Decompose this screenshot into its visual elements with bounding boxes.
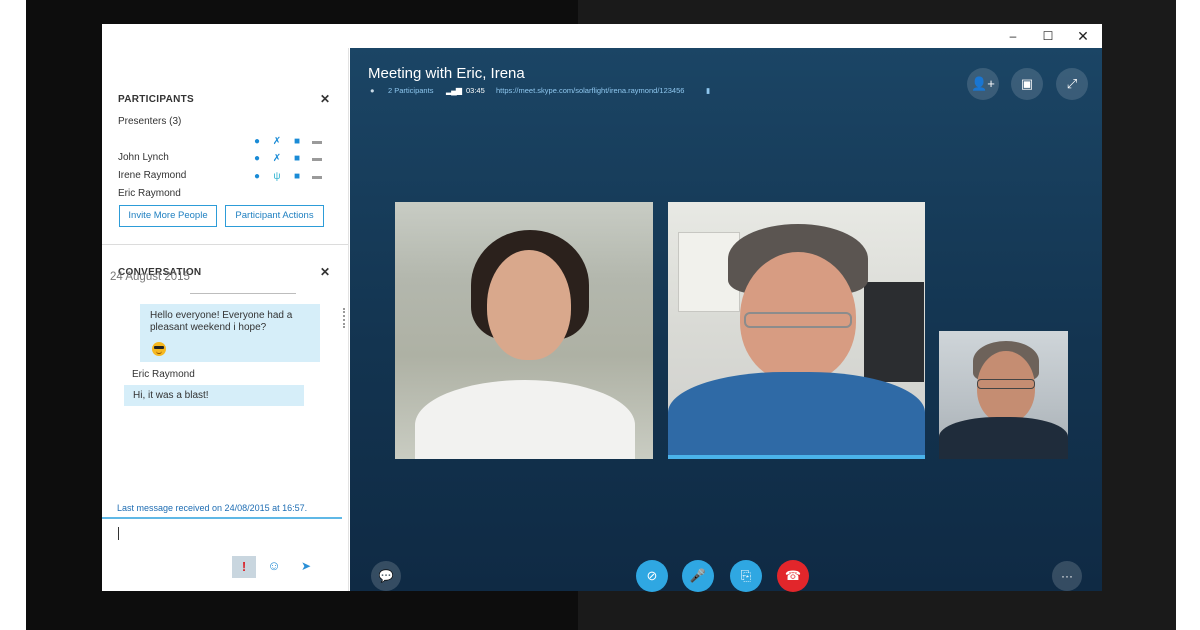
- screen-icon[interactable]: ▬: [310, 135, 324, 149]
- chat-icon[interactable]: ●: [250, 170, 264, 184]
- screen-icon[interactable]: ▬: [310, 170, 324, 184]
- mic-muted-icon[interactable]: ✗: [270, 152, 284, 166]
- chat-icon[interactable]: ●: [250, 135, 264, 149]
- add-participant-button[interactable]: 👤+: [967, 68, 999, 100]
- panel-resize-handle[interactable]: [343, 308, 346, 328]
- self-video-preview[interactable]: [939, 331, 1068, 459]
- signal-strength-icon: ▂▄▆: [446, 86, 462, 95]
- text-caret: [118, 527, 119, 540]
- participants-heading: PARTICIPANTS: [118, 94, 195, 105]
- maximize-button[interactable]: ☐: [1035, 27, 1061, 45]
- title-bar: – ☐ ✕: [102, 24, 1102, 48]
- mic-active-icon[interactable]: ψ: [270, 170, 284, 184]
- video-off-button[interactable]: ⊘: [636, 560, 668, 592]
- participant-video-irena[interactable]: [395, 202, 653, 459]
- high-importance-button[interactable]: !: [232, 556, 256, 578]
- video-shirt: [668, 372, 925, 455]
- participant-actions-button[interactable]: Participant Actions: [225, 205, 324, 227]
- participant-count[interactable]: 2 Participants: [388, 86, 433, 95]
- glasses-icon: [977, 379, 1035, 389]
- meeting-stage: Meeting with Eric, Irena ● 2 Participant…: [350, 48, 1102, 592]
- participants-header-icons: ● ✗ ■ ▬: [118, 135, 348, 149]
- minimize-button[interactable]: –: [1000, 27, 1026, 45]
- meeting-link[interactable]: https://meet.skype.com/solarflight/irena…: [496, 86, 684, 95]
- chat-message: Hi, it was a blast!: [124, 385, 304, 406]
- video-shirt: [415, 380, 635, 459]
- participant-name: Eric Raymond: [118, 188, 181, 199]
- more-options-button[interactable]: ···: [1052, 561, 1082, 591]
- conversation-close-button[interactable]: ✕: [320, 265, 330, 279]
- emoticon-button[interactable]: ☺: [266, 558, 282, 574]
- participant-row-irene[interactable]: Irene Raymond ● ψ ■ ▬: [118, 170, 348, 184]
- microphone-button[interactable]: 🎤: [682, 560, 714, 592]
- participant-row-eric[interactable]: Eric Raymond: [118, 188, 348, 202]
- sunglasses-emoji-icon: [152, 342, 166, 356]
- mic-muted-icon[interactable]: ✗: [270, 135, 284, 149]
- video-shirt: [939, 417, 1068, 459]
- participant-name: Irene Raymond: [118, 170, 187, 181]
- toggle-chat-button[interactable]: 💬: [371, 561, 401, 591]
- participant-row-john[interactable]: John Lynch ● ✗ ■ ▬: [118, 152, 348, 166]
- chat-message: Hello everyone! Everyone had a pleasant …: [140, 304, 320, 362]
- end-call-button[interactable]: ☎: [777, 560, 809, 592]
- screen-icon[interactable]: ▬: [310, 152, 324, 166]
- video-icon[interactable]: ■: [290, 135, 304, 149]
- message-compose-box[interactable]: ! ☺ ➤: [102, 517, 342, 578]
- date-divider: [190, 293, 296, 294]
- layout-button[interactable]: ▣: [1011, 68, 1043, 100]
- participant-video-active-speaker[interactable]: [668, 202, 925, 459]
- participants-icon: ●: [370, 86, 375, 95]
- chat-message-text: Hello everyone! Everyone had a pleasant …: [150, 310, 293, 333]
- fullscreen-button[interactable]: ⤢: [1056, 68, 1088, 100]
- section-divider: [102, 244, 348, 245]
- close-window-button[interactable]: ✕: [1070, 27, 1096, 45]
- conversation-date: 24 August 2015: [110, 271, 190, 283]
- presenters-label: Presenters (3): [118, 116, 182, 127]
- meeting-title: Meeting with Eric, Irena: [368, 65, 525, 82]
- call-duration: 03:45: [466, 86, 485, 95]
- share-screen-button[interactable]: ⎘: [730, 560, 762, 592]
- participant-name: John Lynch: [118, 152, 169, 163]
- last-message-status: Last message received on 24/08/2015 at 1…: [117, 503, 308, 513]
- glasses-icon: [744, 312, 852, 328]
- invite-more-people-button[interactable]: Invite More People: [119, 205, 217, 227]
- send-button[interactable]: ➤: [298, 559, 314, 573]
- copy-link-icon[interactable]: ▮: [706, 86, 710, 95]
- chat-icon[interactable]: ●: [250, 152, 264, 166]
- video-face: [487, 250, 571, 360]
- chat-message-text: Hi, it was a blast!: [133, 390, 209, 401]
- video-icon[interactable]: ■: [290, 170, 304, 184]
- video-background-chair: [864, 282, 924, 382]
- video-icon[interactable]: ■: [290, 152, 304, 166]
- message-sender: Eric Raymond: [132, 369, 195, 380]
- participants-close-button[interactable]: ✕: [320, 92, 330, 106]
- skype-window: – ☐ ✕ PARTICIPANTS ✕ Presenters (3) ● ✗ …: [102, 24, 1102, 592]
